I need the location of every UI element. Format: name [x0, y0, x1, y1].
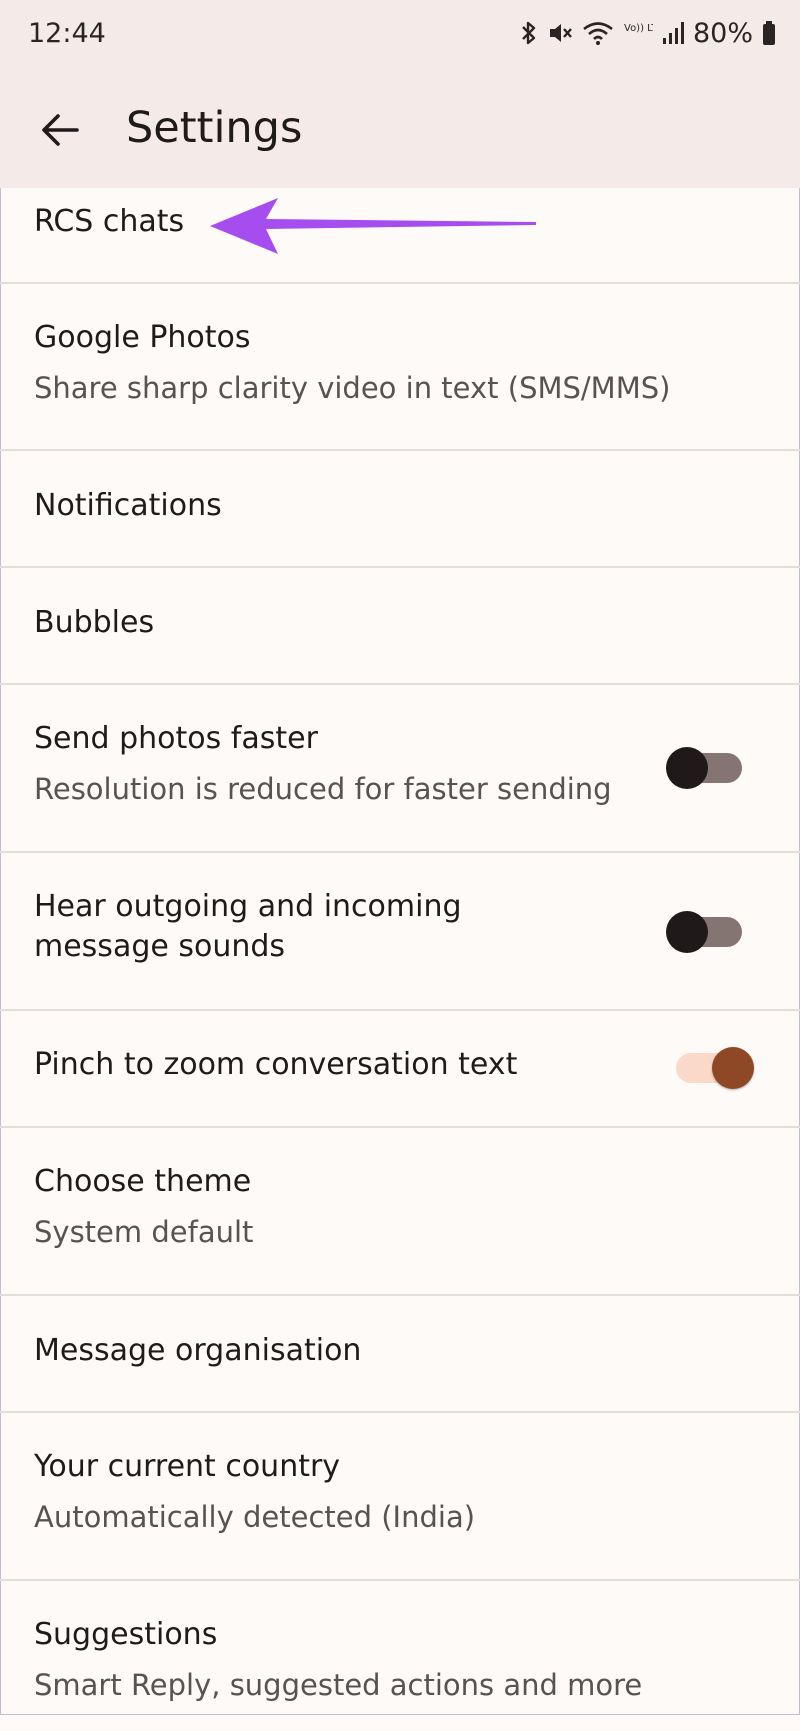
row-title: Your current country	[34, 1449, 341, 1484]
row-title: Hear outgoing and incoming message sound…	[34, 889, 462, 964]
annotation-arrow-icon	[210, 198, 536, 254]
row-title: Notifications	[34, 488, 222, 523]
row-title: Choose theme	[34, 1164, 252, 1199]
message-sounds-toggle[interactable]	[666, 911, 742, 953]
pinch-to-zoom-toggle[interactable]	[676, 1047, 754, 1089]
setting-send-photos-faster[interactable]: Send photos faster Resolution is reduced…	[0, 685, 800, 853]
setting-notifications[interactable]: Notifications	[0, 451, 800, 568]
mute-icon	[549, 24, 572, 42]
status-bar: 12:44 Vo)) LTE1 80%	[0, 0, 800, 72]
signal-icon	[662, 22, 684, 44]
battery-icon	[763, 21, 775, 45]
toggle-knob	[666, 747, 708, 789]
setting-pinch-to-zoom[interactable]: Pinch to zoom conversation text	[0, 1011, 800, 1128]
setting-message-sounds[interactable]: Hear outgoing and incoming message sound…	[0, 853, 800, 1011]
setting-google-photos[interactable]: Google Photos Share sharp clarity video …	[0, 284, 800, 451]
toggle-knob	[712, 1047, 754, 1089]
row-subtitle: Share sharp clarity video in text (SMS/M…	[34, 371, 671, 405]
setting-current-country[interactable]: Your current country Automatically detec…	[0, 1413, 800, 1581]
toggle-knob	[666, 911, 708, 953]
row-title: Suggestions	[34, 1617, 218, 1652]
row-title: Bubbles	[34, 605, 155, 640]
status-time: 12:44	[28, 18, 106, 49]
svg-text:Vo)) LTE1: Vo)) LTE1	[624, 23, 653, 34]
send-photos-faster-toggle[interactable]	[666, 747, 742, 789]
row-subtitle: System default	[34, 1215, 254, 1249]
wifi-icon	[583, 22, 613, 45]
page-title: Settings	[126, 103, 303, 153]
row-subtitle: Automatically detected (India)	[34, 1500, 476, 1534]
row-title: Google Photos	[34, 320, 251, 355]
setting-message-organisation[interactable]: Message organisation	[0, 1296, 800, 1413]
settings-list: RCS chats Google Photos Share sharp clar…	[0, 188, 800, 1731]
row-title: Message organisation	[34, 1333, 362, 1368]
app-bar: Settings	[0, 72, 800, 188]
back-button[interactable]	[36, 106, 84, 154]
volte-icon: Vo)) LTE1	[624, 23, 653, 34]
setting-choose-theme[interactable]: Choose theme System default	[0, 1128, 800, 1296]
status-icons: Vo)) LTE1 80%	[520, 16, 776, 50]
setting-suggestions[interactable]: Suggestions Smart Reply, suggested actio…	[0, 1581, 800, 1731]
battery-percent: 80%	[692, 17, 753, 49]
back-arrow-icon	[42, 114, 79, 146]
bluetooth-icon	[522, 21, 536, 45]
row-subtitle: Smart Reply, suggested actions and more	[34, 1668, 643, 1702]
setting-bubbles[interactable]: Bubbles	[0, 568, 800, 685]
